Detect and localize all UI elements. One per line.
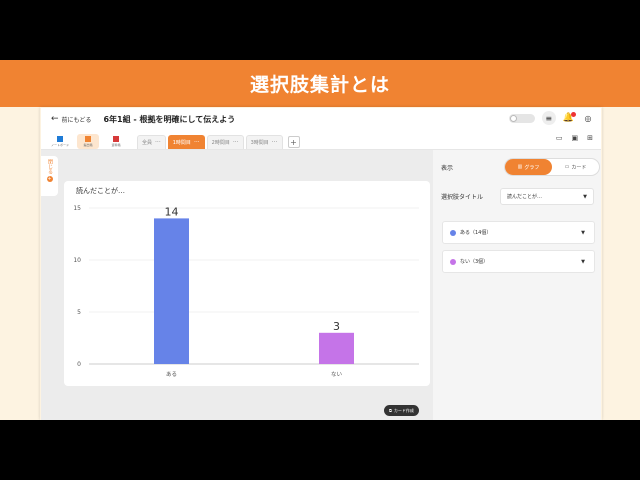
grid-icon[interactable]: ⊞ [587, 134, 593, 142]
display-toggle: ▥ グラフ ▭ カード [504, 158, 600, 176]
back-label: 前にもどる [61, 116, 92, 124]
choice-title-row: 選択肢タイトル 読んだことが… ▼ [441, 188, 594, 205]
y-tick-label: 0 [77, 361, 81, 368]
y-tick-label: 5 [77, 309, 81, 316]
material-box-icon [113, 136, 119, 142]
display-label: 表示 [441, 164, 454, 172]
tool-material-box-label: 資料箱 [111, 143, 121, 147]
legend-swatch [450, 229, 456, 236]
choice-title-label: 選択肢タイトル [441, 194, 484, 201]
x-tick-label: ない [331, 371, 343, 378]
tool-noteboard-label: ノートボード [50, 143, 69, 147]
graph-option-label: グラフ [524, 164, 540, 171]
legend-item-a[interactable]: ある（14個） ▼ [442, 221, 595, 244]
screen-share-icon[interactable]: ▣ [572, 134, 579, 142]
chart-icon: ▥ [517, 164, 523, 170]
tab-label: 全員 [142, 140, 153, 146]
tab-bar: ノートボード 提出箱 資料箱 全員 ··· 1時間目 ··· 2時間目 ··· 3時間… [41, 130, 601, 150]
banner-title: 選択肢集計とは [249, 74, 390, 96]
tab-all[interactable]: 全員 ··· [137, 135, 166, 149]
card-option-label: カード [571, 164, 587, 171]
page-title: 6年1組 - 根拠を明確にして伝えよう [103, 114, 236, 124]
choice-title-value: 読んだことが… [507, 194, 543, 200]
tab-label: 2時間目 [211, 140, 230, 146]
choice-title-select[interactable]: 読んだことが… ▼ [500, 188, 594, 205]
tab-bar-actions: ▭ ▣ ⊞ [556, 134, 593, 142]
more-icon[interactable]: ··· [155, 139, 161, 146]
legend-swatch [450, 258, 456, 265]
graph-option[interactable]: ▥ グラフ [505, 159, 552, 175]
bar [154, 218, 189, 364]
tab-period-1[interactable]: 1時間目 ··· [167, 135, 205, 149]
tool-noteboard[interactable]: ノートボード [49, 134, 71, 149]
card-icon: ⧉ [389, 408, 392, 413]
main-area: 閉じる + 読んだことが… 0 5 10 15 14 ある 3 ない ⧉ カード作成 [41, 150, 433, 420]
close-panel-tab[interactable]: 閉じる + [41, 156, 58, 196]
tab-label: 3時間目 [250, 140, 269, 146]
card-icon: ▭ [564, 164, 570, 170]
chart-card: 読んだことが… 0 5 10 15 14 ある 3 ない [64, 181, 430, 386]
auto-update-toggle[interactable] [508, 113, 535, 123]
tool-icons: ノートボード 提出箱 資料箱 [49, 131, 127, 149]
caret-down-icon: ▼ [581, 229, 585, 236]
bar [319, 332, 354, 364]
tab-period-2[interactable]: 2時間目 ··· [206, 135, 244, 149]
tool-submit-box-label: 提出箱 [83, 143, 93, 147]
caret-down-icon: ▼ [581, 258, 585, 265]
more-icon[interactable]: ··· [194, 139, 200, 146]
notification-bell-icon[interactable]: 🔔 [563, 112, 576, 123]
top-bar: ← 前にもどる 6年1組 - 根拠を明確にして伝えよう ≡ 🔔 ◎ [41, 108, 601, 130]
menu-icon[interactable]: ≡ [541, 111, 556, 125]
legend-item-b[interactable]: ない（3個） ▼ [442, 250, 595, 273]
tab-label: 1時間目 [172, 140, 191, 146]
submit-box-icon [85, 136, 91, 142]
caret-down-icon: ▼ [583, 193, 587, 200]
video-icon[interactable]: ▭ [556, 134, 563, 142]
legend-label: ない（3個） [460, 259, 489, 265]
toggle-knob [509, 114, 517, 122]
tool-material-box[interactable]: 資料箱 [105, 134, 127, 149]
top-actions: ≡ 🔔 ◎ [508, 111, 595, 125]
legend-label: ある（14個） [460, 230, 492, 236]
arrow-left-icon: ← [51, 114, 59, 124]
tool-submit-box[interactable]: 提出箱 [77, 134, 99, 149]
data-label: 3 [333, 320, 340, 333]
account-icon[interactable]: ◎ [581, 111, 595, 125]
add-tab-button[interactable]: + [287, 136, 300, 148]
more-icon[interactable]: ··· [272, 139, 278, 146]
letterbox-bottom [0, 420, 640, 480]
settings-panel: 表示 ▥ グラフ ▭ カード 選択肢タイトル 読んだことが… ▼ ある（14個） ▼… [433, 150, 601, 420]
notification-dot [571, 112, 576, 117]
close-label: 閉じる [47, 159, 53, 174]
session-tabs: 全員 ··· 1時間目 ··· 2時間目 ··· 3時間目 ··· + [137, 135, 300, 149]
x-tick-label: ある [166, 371, 177, 378]
create-card-label: カード作成 [393, 407, 414, 413]
data-label: 14 [165, 205, 179, 218]
title-banner: 選択肢集計とは [0, 60, 640, 107]
create-card-button[interactable]: ⧉ カード作成 [384, 405, 419, 416]
display-row: 表示 ▥ グラフ ▭ カード [441, 158, 600, 176]
card-option[interactable]: ▭ カード [552, 159, 599, 175]
bar-chart: 0 5 10 15 14 ある 3 ない [73, 205, 419, 378]
letterbox-top [0, 0, 640, 60]
back-button[interactable]: ← 前にもどる [51, 114, 91, 124]
y-tick-label: 15 [73, 205, 81, 212]
app-window: ← 前にもどる 6年1組 - 根拠を明確にして伝えよう ≡ 🔔 ◎ ノートボード… [41, 108, 601, 420]
more-icon[interactable]: ··· [233, 139, 239, 146]
noteboard-icon [57, 136, 63, 142]
plus-icon: + [46, 176, 53, 182]
tab-period-3[interactable]: 3時間目 ··· [245, 135, 283, 149]
y-tick-label: 10 [73, 257, 81, 264]
